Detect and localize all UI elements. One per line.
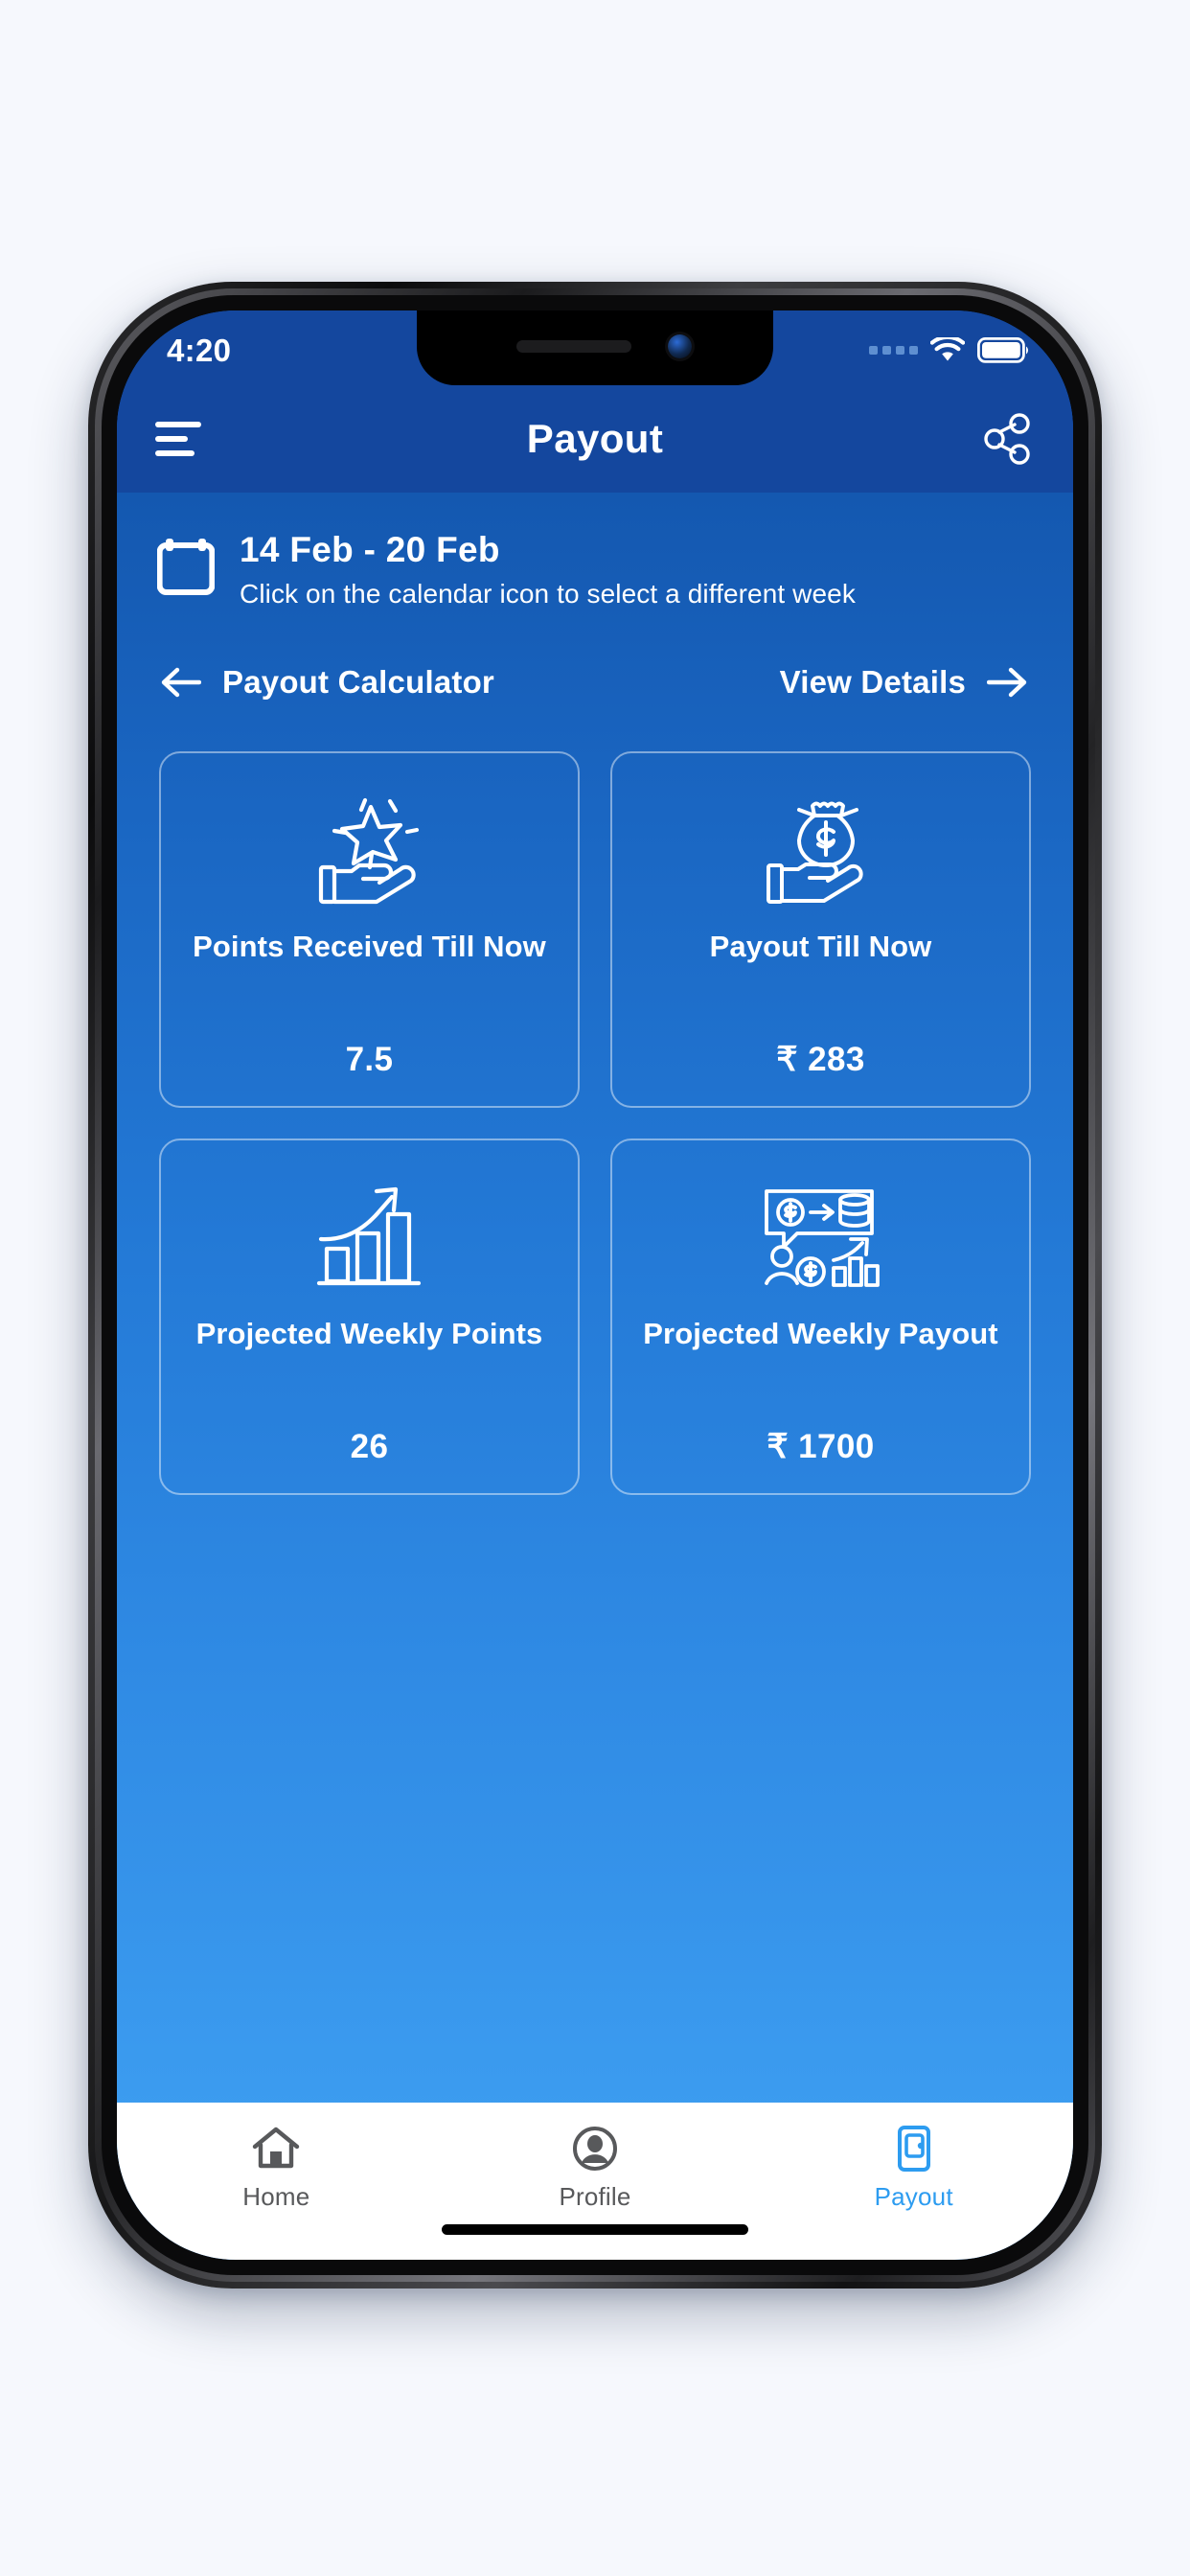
card-projected-points[interactable]: Projected Weekly Points 26 [159,1138,580,1495]
card-projected-payout[interactable]: Projected Weekly Payout ₹ 1700 [610,1138,1031,1495]
front-camera [668,334,692,358]
growth-bar-chart-icon [308,1175,432,1301]
wallet-icon [897,2126,930,2172]
wifi-icon [930,336,965,360]
bottom-nav-label: Profile [559,2182,631,2211]
section-nav: Payout Calculator View Details [117,654,1073,711]
bottom-nav-label: Home [242,2182,310,2211]
payout-projection-icon [759,1175,883,1301]
home-indicator[interactable] [442,2224,748,2235]
card-title: Payout Till Now [709,929,932,963]
page-title: Payout [526,416,664,461]
arrow-right-icon [987,667,1027,697]
hand-holding-money-bag-icon [759,788,883,914]
phone-body: 4:20 Payout 14 Feb - 20 Feb Click on the… [102,295,1088,2275]
card-title: Points Received Till Now [193,929,546,963]
bottom-nav-item-home[interactable]: Home [117,2124,436,2212]
signal-dots-icon [869,345,918,355]
screenshot-root: 4:20 Payout 14 Feb - 20 Feb Click on the… [0,0,1190,2576]
view-details-link[interactable]: View Details [780,664,1029,701]
hand-holding-star-icon [308,788,432,914]
view-details-label: View Details [779,663,966,700]
card-title: Projected Weekly Payout [643,1316,998,1350]
phone-frame: 4:20 Payout 14 Feb - 20 Feb Click on the… [88,282,1102,2288]
card-payout-till-now[interactable]: Payout Till Now ₹ 283 [610,750,1031,1108]
payout-calculator-link[interactable]: Payout Calculator [159,664,494,701]
card-value: ₹ 283 [776,1040,865,1078]
home-icon [253,2127,300,2169]
battery-full-icon [977,336,1028,363]
stat-cards-grid: Points Received Till Now 7.5 Payout Till… [117,750,1073,1495]
week-selector: 14 Feb - 20 Feb Click on the calendar ic… [117,493,1073,610]
week-range-text: 14 Feb - 20 Feb Click on the calendar ic… [240,529,856,610]
card-points-received[interactable]: Points Received Till Now 7.5 [159,750,580,1108]
earpiece-speaker [516,340,631,353]
week-range: 14 Feb - 20 Feb [240,530,500,569]
bottom-nav-label: Payout [874,2182,953,2211]
calendar-icon[interactable] [156,536,216,600]
payout-app: 4:20 Payout 14 Feb - 20 Feb Click on the… [117,310,1073,2260]
phone-screen: 4:20 Payout 14 Feb - 20 Feb Click on the… [117,310,1073,2260]
device-notch [417,310,773,385]
week-hint: Click on the calendar icon to select a d… [240,578,856,609]
hamburger-menu-icon[interactable] [155,418,205,460]
app-content: 14 Feb - 20 Feb Click on the calendar ic… [117,493,1073,2260]
bottom-nav-item-profile[interactable]: Profile [436,2124,755,2212]
card-title: Projected Weekly Points [195,1316,543,1350]
bottom-navigation: Home Profile Payout [117,2103,1073,2260]
status-bar-time: 4:20 [167,332,232,368]
profile-icon [573,2127,617,2171]
app-header: Payout [117,385,1073,493]
bottom-nav-item-payout[interactable]: Payout [754,2124,1073,2212]
card-value: ₹ 1700 [767,1427,875,1465]
card-value: 7.5 [345,1040,394,1078]
arrow-left-icon [161,667,201,697]
share-icon[interactable] [979,412,1033,466]
card-value: 26 [350,1427,389,1465]
payout-calculator-label: Payout Calculator [222,663,494,700]
status-bar-indicators [869,336,1029,363]
